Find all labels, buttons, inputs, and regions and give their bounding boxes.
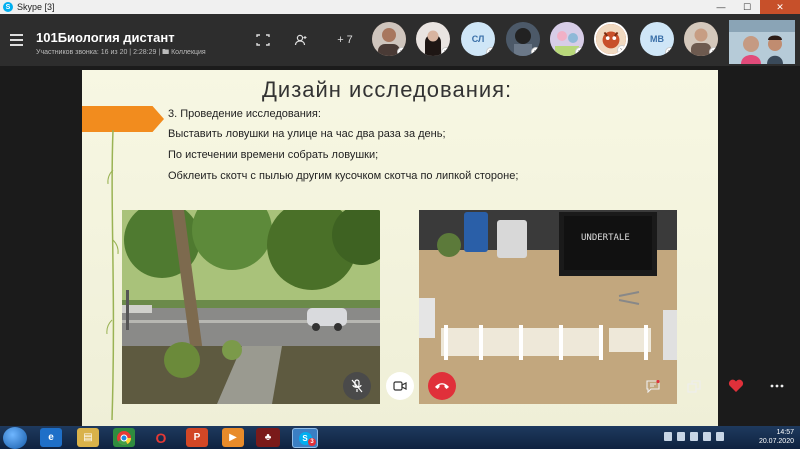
muted-mic-icon: ✕ [709,47,718,56]
screen-text: UNDERTALE [581,233,630,243]
add-person-icon[interactable] [292,32,310,48]
internet-explorer-icon[interactable]: e [40,428,62,447]
chat-icon[interactable] [644,377,662,395]
media-player-icon[interactable]: ▶ [222,428,244,447]
muted-mic-icon: ✕ [531,47,540,56]
muted-mic-icon: ✕ [575,47,584,56]
notification-badge: 3 [308,438,316,446]
slide-line: Обклеить скотч с пылью другим кусочком с… [168,170,519,182]
slide-accent-arrow [82,106,164,132]
mute-button[interactable] [343,372,371,400]
file-explorer-icon[interactable]: ▤ [77,428,99,447]
skype-taskbar-icon[interactable]: S 3 [292,428,318,448]
participant-avatar[interactable]: ✕ [594,22,628,56]
participant-avatar[interactable]: ✕ [684,22,718,56]
muted-mic-icon: ✕ [617,45,626,54]
participant-avatar[interactable]: ✕ [550,22,584,56]
menu-icon[interactable] [10,34,23,49]
switch-view-icon[interactable] [685,377,703,395]
lab-table-photo: UNDERTALE [419,210,677,404]
clock[interactable]: 14:57 20.07.2020 [759,428,794,446]
muted-mic-icon: ✕ [397,47,406,56]
more-options-icon[interactable] [768,377,786,395]
clock-time: 14:57 [776,429,794,436]
participant-avatar[interactable]: ✕ [372,22,406,56]
muted-mic-icon: ✕ [441,47,450,56]
screen-layout-icon[interactable] [254,32,272,48]
close-button[interactable]: ✕ [760,0,800,14]
slide-line: 3. Проведение исследования: [168,108,321,120]
window-title: Skype [3] [17,2,55,12]
skype-logo-icon: S [3,2,13,12]
street-photo [122,210,380,404]
tray-language-icon[interactable] [716,432,724,441]
minimize-button[interactable]: — [708,0,734,14]
tray-up-arrow-icon[interactable] [664,432,672,441]
muted-mic-icon: ✕ [486,47,495,56]
heart-reaction-icon[interactable] [727,377,745,395]
participant-avatar-initials[interactable]: МВ ✕ [640,22,674,56]
muted-mic-icon: ✕ [665,47,674,56]
window-controls: — ☐ ✕ [708,0,800,14]
tray-flag-icon[interactable] [677,432,685,441]
windows-taskbar: e ▤ O P ▶ ♣ S 3 14:57 20.07.2020 [0,426,800,449]
window-titlebar: S Skype [3] — ☐ ✕ [0,0,800,14]
call-header: 101Биология дистант Участников звонка: 1… [0,14,800,66]
video-toggle-button[interactable] [386,372,414,400]
system-tray [664,432,724,441]
hang-up-icon [435,383,449,389]
chrome-icon[interactable] [113,428,135,447]
tray-network-icon[interactable] [690,432,698,441]
microphone-off-icon [351,379,363,393]
camera-icon [393,381,407,391]
more-participants-button[interactable]: + 7 [332,32,358,48]
tray-volume-icon[interactable] [703,432,711,441]
end-call-button[interactable] [428,372,456,400]
call-subtitle: Участников звонка: 16 из 20 | 2:28:29 | … [36,49,206,56]
participant-avatar-initials[interactable]: СЛ ✕ [461,22,495,56]
powerpoint-icon[interactable]: P [186,428,208,447]
clock-date: 20.07.2020 [758,438,794,445]
slide-title: Дизайн исследования: [262,77,513,102]
call-title: 101Биология дистант [36,30,175,45]
self-video-preview[interactable] [729,20,795,64]
slide-decoration-stem [106,130,119,420]
slide-line: Выставить ловушки на улице на час два ра… [168,128,446,140]
participant-avatar[interactable]: ✕ [506,22,540,56]
participant-avatar[interactable]: ✕ [416,22,450,56]
maximize-button[interactable]: ☐ [734,0,760,14]
opera-icon[interactable]: O [150,428,172,447]
start-button[interactable] [3,427,27,449]
game-app-icon[interactable]: ♣ [256,428,280,447]
slide-line: По истечении времени собрать ловушки; [168,149,379,161]
